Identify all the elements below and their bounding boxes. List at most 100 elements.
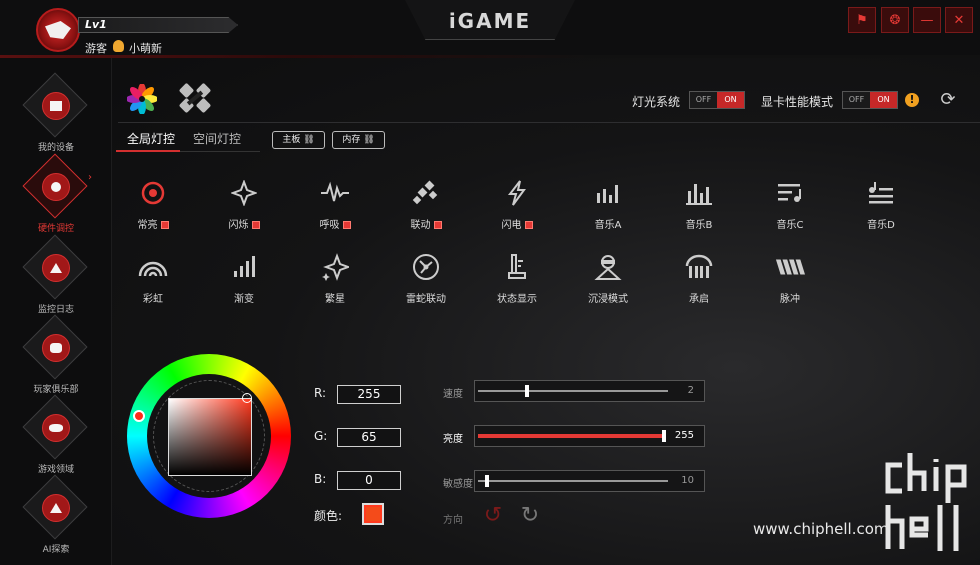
sidebar-item-label: 我的设备 xyxy=(37,143,74,153)
effect-gradient[interactable]: 渐变 xyxy=(204,252,284,312)
monitor-glyph xyxy=(50,101,62,111)
toggle-off-label: OFF xyxy=(695,95,712,104)
close-icon: ✕ xyxy=(953,12,965,28)
rotate-clockwise-icon[interactable]: ↻ xyxy=(518,504,542,528)
effect-label: 音乐B xyxy=(685,220,713,231)
speed-slider[interactable]: 2 xyxy=(474,380,705,402)
sidebar-item-label: 监控日志 xyxy=(37,305,74,315)
club-glyph xyxy=(50,343,62,353)
effect-label: 常亮 xyxy=(113,216,193,231)
rgb-lighting-icon[interactable] xyxy=(127,84,157,114)
perf-mode-toggle[interactable]: OFF ON xyxy=(842,91,898,109)
saturation-value-picker[interactable] xyxy=(168,398,252,476)
direction-label: 方向 xyxy=(443,515,463,526)
effect-starry[interactable]: 繁星 xyxy=(295,252,375,312)
immersive-user-icon xyxy=(593,252,623,282)
effect-music-b[interactable]: 音乐B xyxy=(659,178,739,238)
nickname-label[interactable]: 小萌新 xyxy=(129,40,162,56)
light-system-toggle[interactable]: OFF ON xyxy=(689,91,745,109)
lightbulb-icon xyxy=(113,40,124,52)
brightness-slider[interactable]: 255 xyxy=(474,425,705,447)
chiphell-watermark-logo xyxy=(885,453,967,551)
link-sync-icon[interactable] xyxy=(178,82,212,114)
sidebar-item-player-club[interactable]: 玩家俱乐部 xyxy=(20,314,92,395)
slider-thumb[interactable] xyxy=(662,430,666,442)
brightness-value: 255 xyxy=(674,430,694,441)
effect-flash[interactable]: 闪烁 xyxy=(204,178,284,238)
sidebar-item-monitor-log[interactable]: 监控日志 xyxy=(20,234,92,315)
gauge-glyph xyxy=(50,263,62,273)
close-button[interactable]: ✕ xyxy=(945,7,973,33)
effect-static[interactable]: 常亮 xyxy=(113,178,193,238)
tab-global-light[interactable]: 全局灯控 xyxy=(127,130,175,147)
gauge-icon xyxy=(42,254,70,282)
effect-linkage[interactable]: 联动 xyxy=(386,178,466,238)
color-swatch[interactable] xyxy=(362,503,384,525)
link-icon: ⛓ xyxy=(303,135,315,145)
r-input[interactable]: 255 xyxy=(337,385,401,404)
g-input[interactable]: 65 xyxy=(337,428,401,447)
signal-bars-icon xyxy=(229,252,259,282)
chip-memory[interactable]: 内存 ⛓ xyxy=(332,131,385,149)
sv-handle[interactable] xyxy=(242,393,252,403)
slider-thumb[interactable] xyxy=(525,385,529,397)
effect-music-c[interactable]: 音乐C xyxy=(750,178,830,238)
tab-divider xyxy=(180,151,260,152)
slider-thumb[interactable] xyxy=(485,475,489,487)
effect-label: 繁星 xyxy=(325,294,345,305)
feedback-button[interactable]: ⚑ xyxy=(848,7,876,33)
hue-handle[interactable] xyxy=(133,410,145,422)
temple-icon xyxy=(684,252,714,282)
club-icon xyxy=(42,334,70,362)
r-label: R: xyxy=(314,386,327,400)
sidebar-item-label: 游戏领域 xyxy=(37,465,74,475)
effect-music-d[interactable]: 音乐D xyxy=(841,178,921,238)
sidebar-item-my-devices[interactable]: 我的设备 xyxy=(20,72,92,153)
effect-status-display[interactable]: 状态显示 xyxy=(477,252,557,312)
effect-immersive[interactable]: 沉浸模式 xyxy=(568,252,648,312)
chip-motherboard[interactable]: 主板 ⛓ xyxy=(272,131,325,149)
effect-lightning[interactable]: 闪电 xyxy=(477,178,557,238)
music-note-list-icon xyxy=(866,178,896,208)
skin-icon: ❂ xyxy=(889,12,901,28)
tab-spatial-light[interactable]: 空间灯控 xyxy=(193,130,241,147)
toggle-on-label: ON xyxy=(717,92,744,108)
ai-glyph xyxy=(50,503,62,513)
linkage-diamonds-icon xyxy=(411,178,441,208)
effect-label-text: 常亮 xyxy=(137,220,158,231)
sidebar-item-ai-explore[interactable]: AI探索 xyxy=(20,474,92,555)
effect-rainbow[interactable]: 彩虹 xyxy=(113,252,193,312)
effect-label: 音乐A xyxy=(594,220,622,231)
effect-label: 沉浸模式 xyxy=(588,294,628,305)
effect-label: 雷蛇联动 xyxy=(406,294,446,305)
chip-memory-label: 内存 xyxy=(342,135,361,145)
sensitivity-slider[interactable]: 10 xyxy=(474,470,705,492)
effect-breathing[interactable]: 呼吸 xyxy=(295,178,375,238)
skin-button[interactable]: ❂ xyxy=(881,7,909,33)
gamepad-glyph xyxy=(49,424,63,432)
effect-razer-sync[interactable]: 雷蛇联动 xyxy=(386,252,466,312)
toggle-on-label: ON xyxy=(870,92,897,108)
warning-icon[interactable]: ! xyxy=(905,93,919,107)
guest-label: 游客 xyxy=(85,42,107,55)
flash-star-icon xyxy=(229,178,259,208)
sidebar-item-hardware-control[interactable]: 硬件调控 xyxy=(20,153,92,234)
effect-label-text: 联动 xyxy=(410,220,431,231)
light-system-label: 灯光系统 xyxy=(632,95,681,109)
sidebar-item-gaming[interactable]: 游戏领域 xyxy=(20,394,92,475)
effect-music-a[interactable]: 音乐A xyxy=(568,178,648,238)
pulse-stripes-icon xyxy=(775,252,805,282)
rotate-counterclockwise-icon[interactable]: ↺ xyxy=(481,504,505,528)
ai-icon xyxy=(42,494,70,522)
sidebar-item-label: 玩家俱乐部 xyxy=(33,385,79,395)
minimize-button[interactable]: — xyxy=(913,7,941,33)
igame-center-window: Lv1 游客 小萌新 iGAME ⚑ ❂ — ✕ 我的设备 硬件调控 › 监控日… xyxy=(0,0,980,565)
refresh-icon[interactable]: ⟳ xyxy=(937,89,959,111)
selected-color-indicator xyxy=(524,221,533,229)
g-label: G: xyxy=(314,429,328,443)
effect-pulse[interactable]: 脉冲 xyxy=(750,252,830,312)
effect-relay[interactable]: 承启 xyxy=(659,252,739,312)
header-divider xyxy=(118,122,980,123)
b-input[interactable]: 0 xyxy=(337,471,401,490)
effect-label: 联动 xyxy=(386,216,466,231)
